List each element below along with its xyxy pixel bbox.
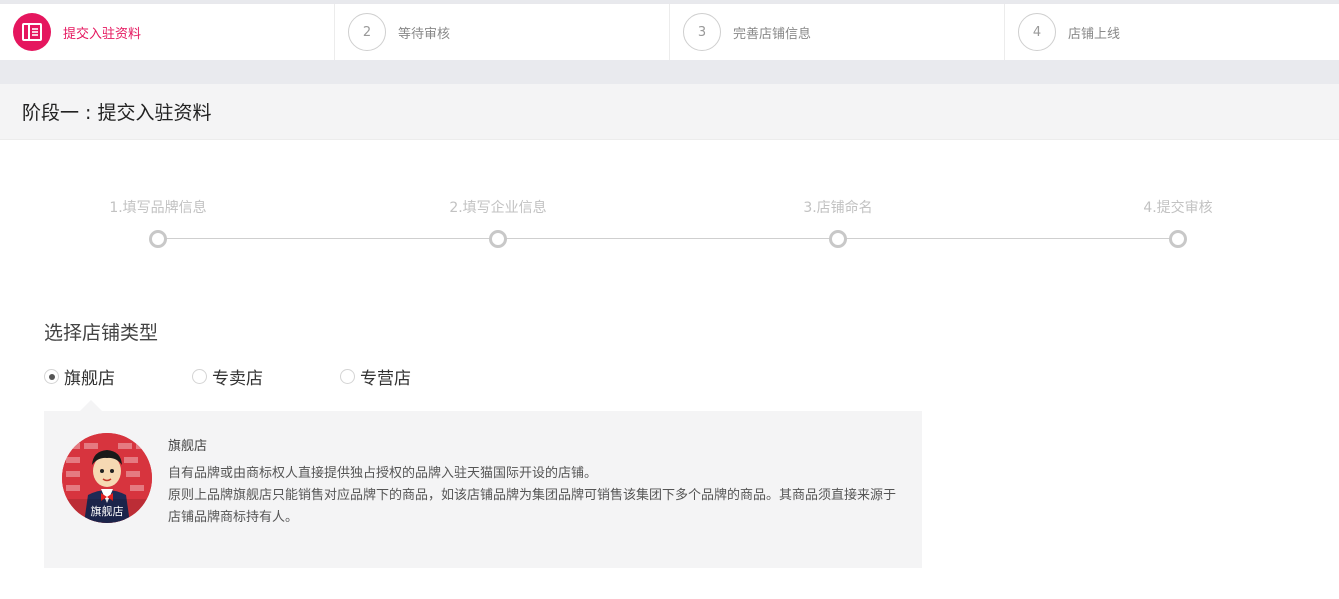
top-step-label: 等待审核 bbox=[398, 26, 451, 42]
progress-step-company: 2.填写企业信息 bbox=[418, 198, 578, 248]
progress-line bbox=[158, 238, 1178, 239]
top-step-label: 完善店铺信息 bbox=[733, 26, 812, 42]
progress-dot bbox=[489, 230, 507, 248]
progress-step-label: 1.填写品牌信息 bbox=[109, 200, 207, 216]
top-step-online: 4 店铺上线 bbox=[1005, 4, 1339, 60]
radio-label: 专营店 bbox=[360, 369, 411, 389]
progress-step-naming: 3.店铺命名 bbox=[758, 198, 918, 248]
radio-label: 旗舰店 bbox=[64, 369, 115, 389]
progress-step-label: 2.填写企业信息 bbox=[449, 200, 547, 216]
progress-step-label: 4.提交审核 bbox=[1143, 200, 1213, 216]
info-description: 自有品牌或由商标权人直接提供独占授权的品牌入驻天猫国际开设的店铺。 原则上品牌旗… bbox=[168, 463, 908, 529]
store-type-title: 选择店铺类型 bbox=[44, 322, 159, 344]
top-step-complete-info: 3 完善店铺信息 bbox=[670, 4, 1005, 60]
top-step-number: 3 bbox=[683, 13, 721, 51]
progress-dot bbox=[1169, 230, 1187, 248]
radio-exclusive[interactable]: 专卖店 bbox=[192, 364, 340, 389]
radio-dot[interactable] bbox=[44, 369, 59, 384]
radio-franchise[interactable]: 专营店 bbox=[340, 364, 488, 389]
progress-tracker: 1.填写品牌信息 2.填写企业信息 3.店铺命名 4.提交审核 bbox=[0, 140, 1339, 280]
top-step-number: 2 bbox=[348, 13, 386, 51]
top-step-bar: 提交入驻资料 2 等待审核 3 完善店铺信息 4 店铺上线 bbox=[0, 4, 1339, 60]
progress-dot bbox=[829, 230, 847, 248]
divider-band bbox=[0, 60, 1339, 84]
stage-title: 阶段一 : 提交入驻资料 bbox=[22, 102, 212, 124]
radio-flagship[interactable]: 旗舰店 bbox=[44, 364, 192, 389]
info-line: 自有品牌或由商标权人直接提供独占授权的品牌入驻天猫国际开设的店铺。 bbox=[168, 466, 598, 481]
info-line: 原则上品牌旗舰店只能销售对应品牌下的商品，如该店铺品牌为集团品牌可销售该集团下多… bbox=[168, 488, 897, 525]
radio-dot[interactable] bbox=[192, 369, 207, 384]
top-step-label: 提交入驻资料 bbox=[63, 26, 142, 42]
store-type-info-panel: 旗舰店 旗舰店 自有品牌或由商标权人直接提供独占授权的品牌入驻天猫国际开设的店铺… bbox=[44, 411, 922, 568]
mascot-avatar: 旗舰店 bbox=[62, 433, 152, 523]
stage-header: 阶段一 : 提交入驻资料 bbox=[0, 84, 1339, 140]
store-type-radio-group: 旗舰店 专卖店 专营店 bbox=[44, 364, 488, 389]
info-caret bbox=[80, 400, 102, 411]
top-step-submit: 提交入驻资料 bbox=[0, 4, 335, 60]
radio-label: 专卖店 bbox=[212, 369, 263, 389]
progress-step-submit: 4.提交审核 bbox=[1098, 198, 1258, 248]
info-title: 旗舰店 bbox=[168, 439, 208, 454]
top-step-review: 2 等待审核 bbox=[335, 4, 670, 60]
progress-dot bbox=[149, 230, 167, 248]
avatar-badge: 旗舰店 bbox=[90, 505, 124, 518]
progress-step-brand: 1.填写品牌信息 bbox=[78, 198, 238, 248]
top-step-number: 4 bbox=[1018, 13, 1056, 51]
top-step-label: 店铺上线 bbox=[1068, 26, 1121, 42]
radio-dot[interactable] bbox=[340, 369, 355, 384]
document-icon bbox=[13, 13, 51, 51]
progress-step-label: 3.店铺命名 bbox=[803, 200, 873, 216]
